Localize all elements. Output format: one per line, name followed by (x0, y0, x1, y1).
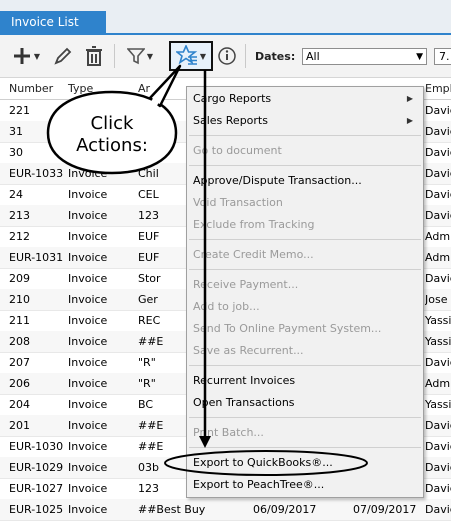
callout-text: Click Actions: (62, 113, 162, 157)
callout-line-1: Click (90, 113, 134, 134)
speech-bubble (46, 64, 182, 175)
callout-line-2: Actions: (76, 135, 148, 156)
